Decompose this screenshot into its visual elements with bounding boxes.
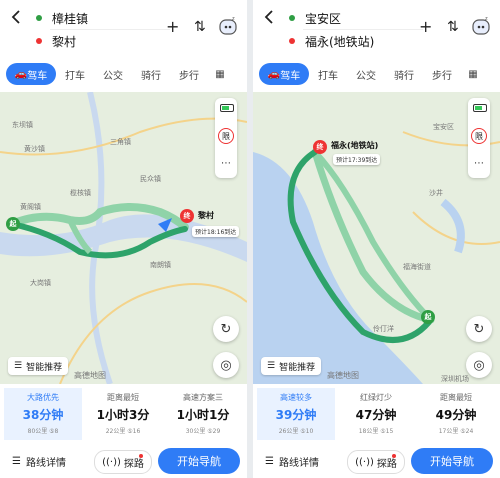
back-arrow-icon[interactable] [263, 10, 277, 24]
map-label: 伶仃洋 [373, 325, 394, 333]
origin-field[interactable]: 宝安区 [289, 8, 341, 28]
eta-label: 预计18:16到达 [192, 226, 240, 237]
route-option-2[interactable]: 距离最短 1小时3分 22公里 ⑤16 [84, 388, 162, 440]
more-icon[interactable]: ⋯ [215, 158, 237, 169]
smart-recommend-button[interactable]: ☰ 智能推荐 [8, 357, 69, 375]
destination-text: 黎村 [52, 34, 77, 49]
origin-field[interactable]: 樟桂镇 [36, 8, 88, 28]
destination-field[interactable]: 黎村 [36, 31, 76, 51]
route-option-1[interactable]: 高速较多 39分钟 26公里 ⑤10 [257, 388, 335, 440]
locate-icon[interactable]: ◎ [466, 352, 492, 378]
map-logo: 高德地图 [74, 371, 106, 380]
route-search-bar: 宝安区 福永(地铁站) + ⇅ z [253, 0, 500, 56]
battery-icon [473, 104, 487, 112]
left-panel: 樟桂镇 黎村 + ⇅ z 🚗 驾车 打车 公交 骑行 步行 ▦ 东坝镇 三角镇 黄… [0, 0, 247, 478]
list-icon: ☰ [12, 456, 21, 467]
start-pin: 起 [421, 310, 435, 324]
map-label: 三角镇 [110, 138, 131, 146]
map-label: 东坝镇 [12, 121, 33, 129]
assistant-bot-icon[interactable]: z [218, 14, 238, 36]
start-navigation-button[interactable]: 开始导航 [411, 448, 493, 474]
start-pin: 起 [6, 217, 20, 231]
tab-drive[interactable]: 🚗 驾车 [6, 63, 56, 85]
map-label: 榄核镇 [70, 189, 91, 197]
tab-taxi[interactable]: 打车 [309, 63, 347, 85]
map-label: 黄沙镇 [24, 145, 45, 153]
broadcast-icon: ((·)) [355, 456, 374, 468]
travel-mode-tabs: 🚗 驾车 打车 公交 骑行 步行 ▦ [0, 60, 247, 88]
origin-text: 宝安区 [305, 11, 342, 26]
tab-bike[interactable]: 骑行 [385, 63, 423, 85]
svg-text:z: z [232, 16, 235, 22]
destination-name: 福永(地铁站) [331, 141, 379, 150]
map-logo: 高德地图 [327, 371, 359, 380]
tab-bus[interactable]: 公交 [94, 63, 132, 85]
tab-drive[interactable]: 🚗 驾车 [259, 63, 309, 85]
start-navigation-button[interactable]: 开始导航 [158, 448, 240, 474]
map-label: 民众镇 [140, 175, 161, 183]
end-pin: 终 [313, 140, 327, 154]
map-label: 黄阁镇 [20, 203, 41, 211]
bottom-bar: ☰ 路线详情 ((·)) 探路 开始导航 [0, 446, 247, 478]
back-arrow-icon[interactable] [10, 10, 24, 24]
more-icon[interactable]: ⋯ [468, 158, 490, 169]
explore-button[interactable]: ((·)) 探路 [94, 450, 152, 474]
map-view[interactable]: 宝安区 沙井 福海街道 伶仃洋 深圳机场 终 福永(地铁站) 预计17:39到达… [253, 92, 500, 384]
map-tools: 限 ⋯ [468, 98, 490, 178]
end-pin: 终 [180, 209, 194, 223]
map-label: 沙井 [429, 189, 443, 197]
refresh-icon[interactable]: ↻ [213, 316, 239, 342]
grid-icon[interactable]: ▦ [461, 63, 485, 85]
svg-text:z: z [485, 16, 488, 22]
map-label: 宝安区 [433, 123, 454, 131]
route-option-3[interactable]: 高速方案三 1小时1分 30公里 ⑤29 [164, 388, 242, 440]
route-detail-button[interactable]: ☰ 路线详情 [265, 454, 319, 469]
destination-field[interactable]: 福永(地铁站) [289, 31, 374, 51]
swap-icon[interactable]: ⇅ [447, 18, 459, 36]
map-view[interactable]: 东坝镇 三角镇 黄沙镇 民众镇 榄核镇 黄阁镇 南朗镇 大岗镇 起 终 黎村 预… [0, 92, 247, 384]
route-detail-button[interactable]: ☰ 路线详情 [12, 454, 66, 469]
map-label: 大岗镇 [30, 279, 51, 287]
battery-icon [220, 104, 234, 112]
origin-text: 樟桂镇 [52, 11, 89, 26]
route-option-3[interactable]: 距离最短 49分钟 17公里 ⑤24 [417, 388, 495, 440]
tab-walk[interactable]: 步行 [423, 63, 461, 85]
tab-bike[interactable]: 骑行 [132, 63, 170, 85]
route-option-1[interactable]: 大路优先 38分钟 80公里 ⑤8 [4, 388, 82, 440]
explore-button[interactable]: ((·)) 探路 [347, 450, 405, 474]
eta-label: 预计17:39到达 [333, 154, 381, 165]
swap-icon[interactable]: ⇅ [194, 18, 206, 36]
destination-text: 福永(地铁站) [305, 34, 375, 49]
smart-recommend-button[interactable]: ☰ 智能推荐 [261, 357, 322, 375]
broadcast-icon: ((·)) [102, 456, 121, 468]
assistant-bot-icon[interactable]: z [471, 14, 491, 36]
locate-icon[interactable]: ◎ [213, 352, 239, 378]
list-icon: ☰ [265, 456, 274, 467]
grid-icon[interactable]: ▦ [208, 63, 232, 85]
map-label: 福海街道 [403, 263, 431, 271]
map-label: 南朗镇 [150, 261, 171, 269]
tab-taxi[interactable]: 打车 [56, 63, 94, 85]
bottom-bar: ☰ 路线详情 ((·)) 探路 开始导航 [253, 446, 500, 478]
route-option-2[interactable]: 红绿灯少 47分钟 18公里 ⑤15 [337, 388, 415, 440]
map-tools: 限 ⋯ [215, 98, 237, 178]
destination-name: 黎村 [198, 211, 214, 220]
route-search-bar: 樟桂镇 黎村 + ⇅ z [0, 0, 247, 56]
tab-walk[interactable]: 步行 [170, 63, 208, 85]
refresh-icon[interactable]: ↻ [466, 316, 492, 342]
tab-bus[interactable]: 公交 [347, 63, 385, 85]
restriction-icon[interactable]: 限 [218, 128, 234, 144]
map-label: 深圳机场 [441, 375, 469, 383]
plus-icon[interactable]: + [166, 18, 179, 36]
right-panel: 宝安区 福永(地铁站) + ⇅ z 🚗 驾车 打车 公交 骑行 步行 ▦ 宝安区 … [253, 0, 500, 478]
plus-icon[interactable]: + [419, 18, 432, 36]
restriction-icon[interactable]: 限 [471, 128, 487, 144]
travel-mode-tabs: 🚗 驾车 打车 公交 骑行 步行 ▦ [253, 60, 500, 88]
